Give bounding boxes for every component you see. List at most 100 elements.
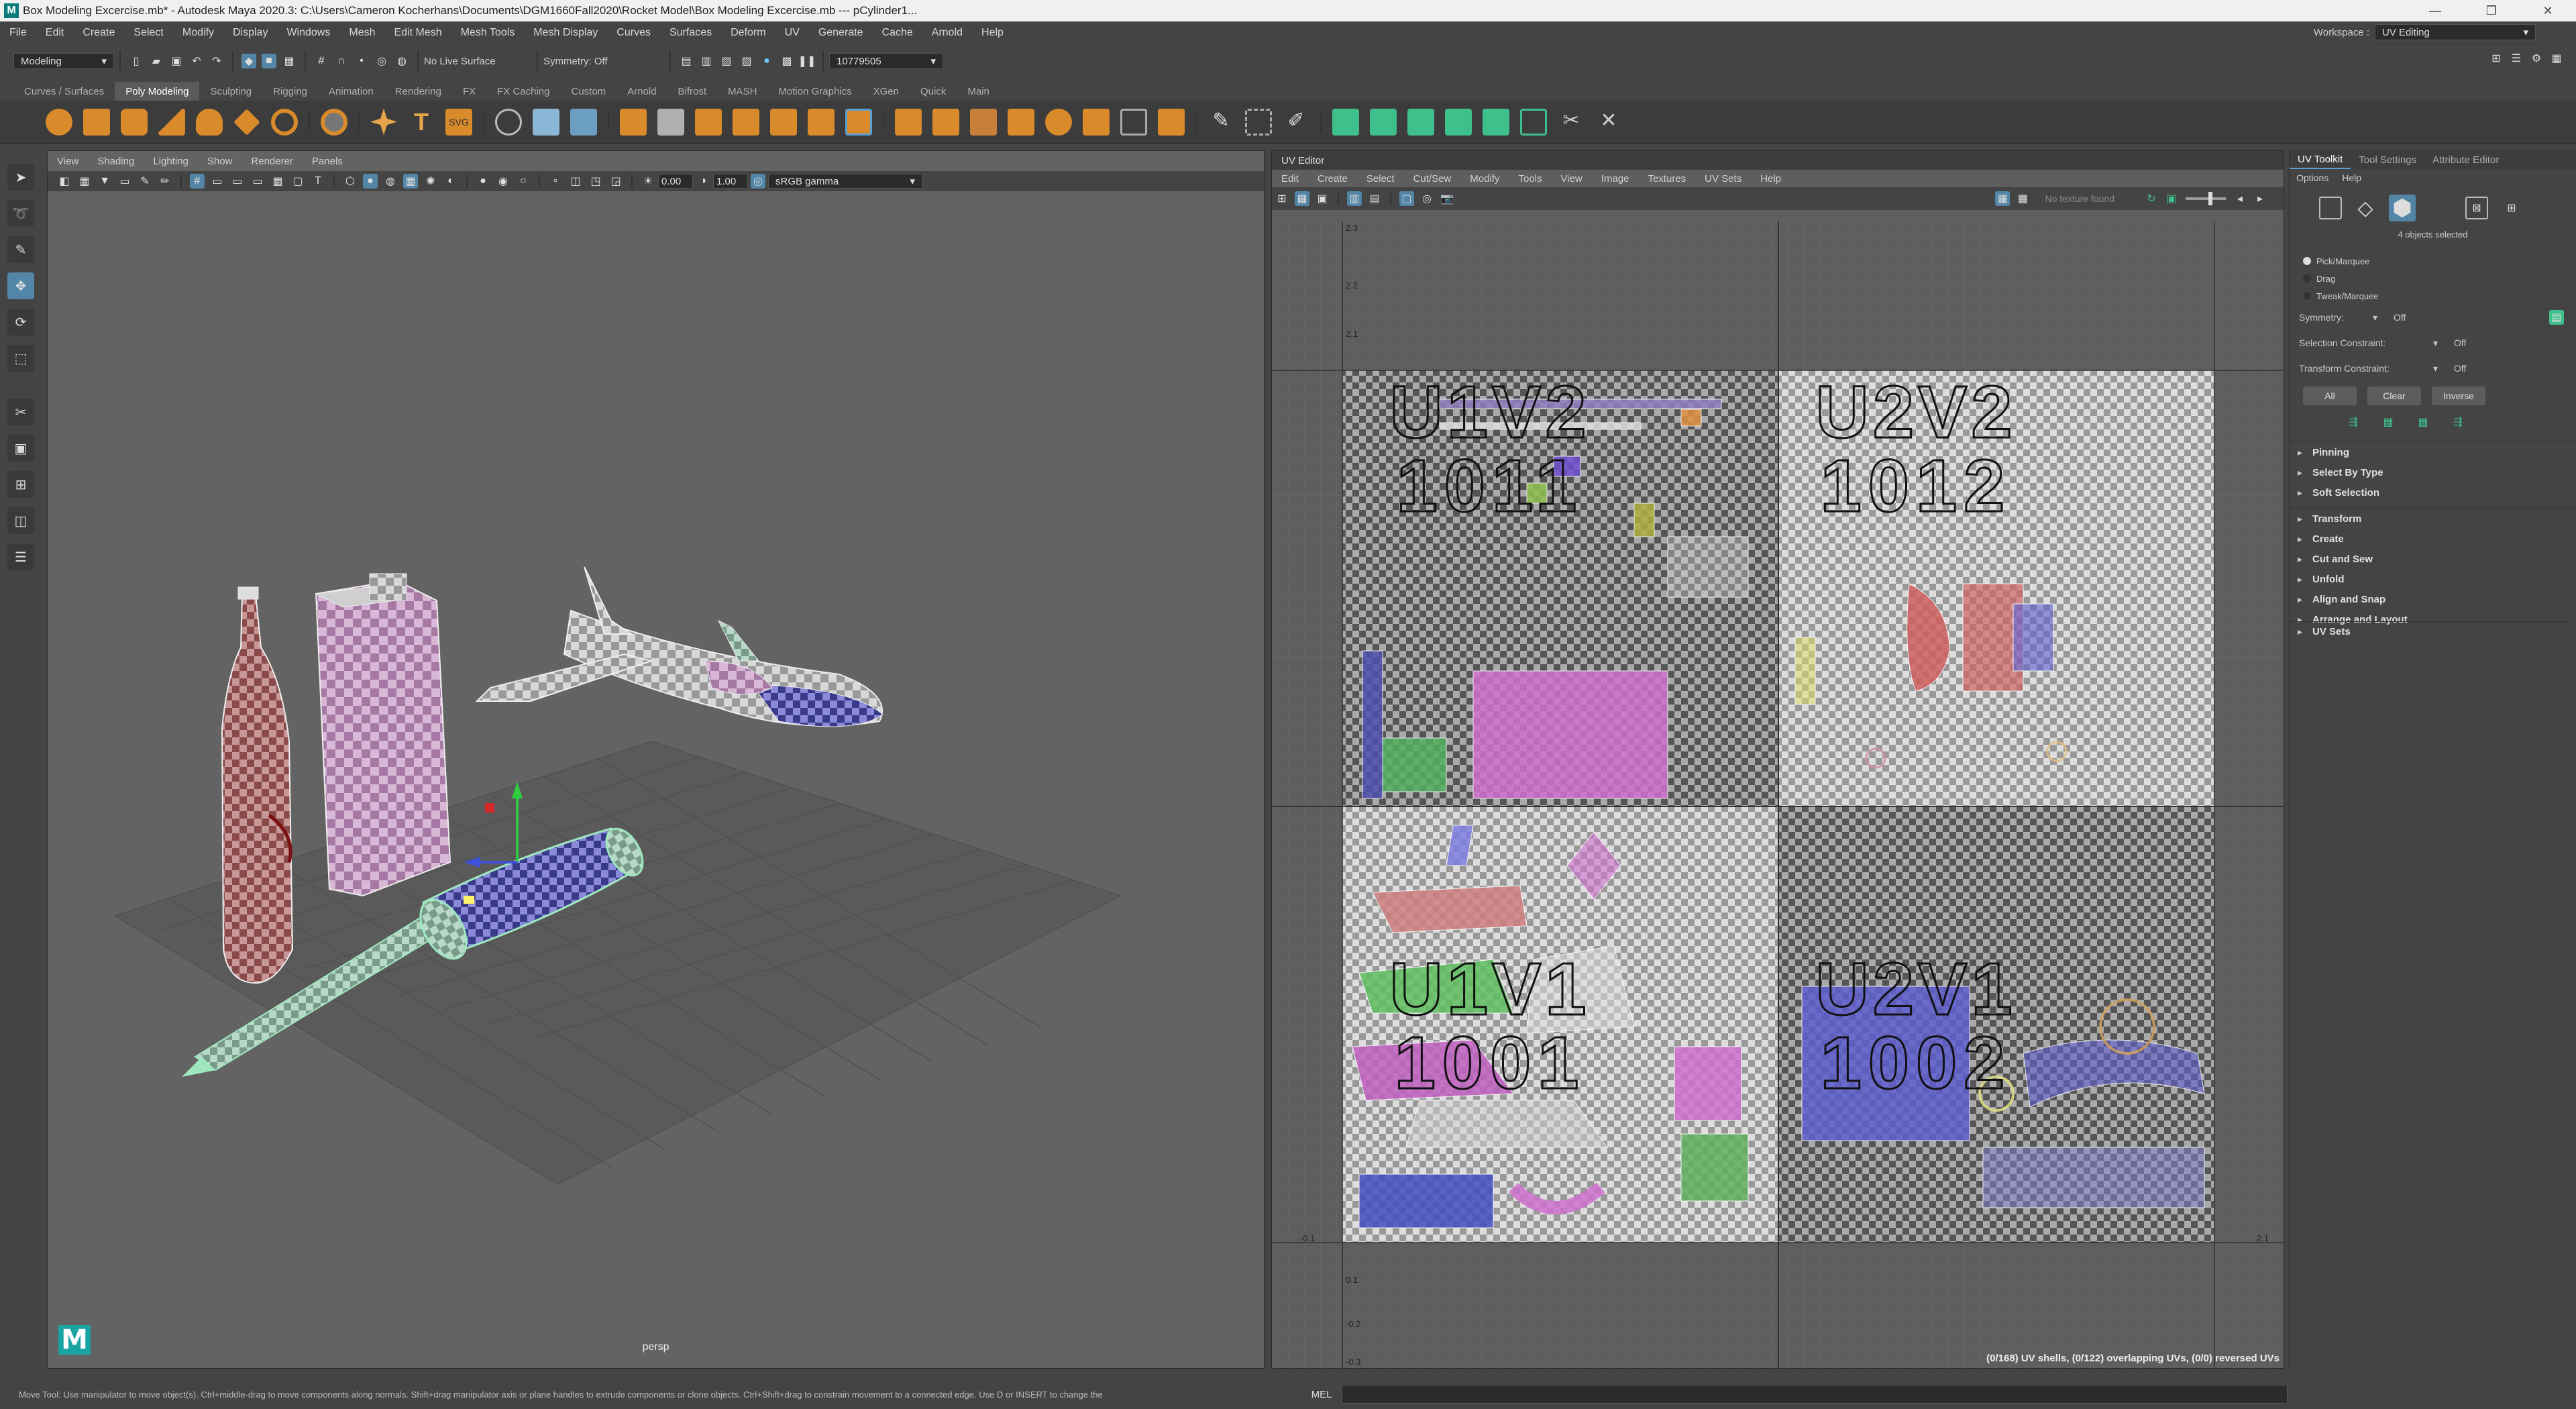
uv-menu-modify[interactable]: Modify [1460, 173, 1509, 185]
super-shape-icon[interactable] [370, 108, 397, 136]
extrude-icon[interactable] [695, 108, 722, 136]
uv-select-mode-icon[interactable]: ⊠ [2465, 197, 2488, 219]
menu-mesh-tools[interactable]: Mesh Tools [451, 27, 525, 39]
color-management-icon[interactable]: ◎ [751, 174, 765, 189]
menu-modify[interactable]: Modify [173, 27, 223, 39]
shadows-icon[interactable]: ◐ [443, 174, 458, 189]
maximize-button[interactable]: ❐ [2463, 0, 2520, 21]
section-uv-sets[interactable]: UV Sets [2290, 621, 2571, 641]
close-button[interactable]: ✕ [2520, 0, 2576, 21]
uv-refresh-icon[interactable]: ↻ [2144, 191, 2159, 206]
poly-cylinder-icon[interactable] [121, 108, 148, 136]
shelf-tab-animation[interactable]: Animation [318, 82, 384, 101]
gamma-field[interactable]: 1.00 [713, 174, 748, 189]
uv-grid-icon[interactable]: ⊞ [1275, 191, 1289, 206]
collapse-icon[interactable] [1045, 108, 1072, 136]
menu-file[interactable]: File [0, 27, 36, 39]
tab-uv-toolkit[interactable]: UV Toolkit [2290, 151, 2351, 169]
svg-icon[interactable]: SVG [445, 108, 472, 136]
multi-cut-icon[interactable]: ✎ [1208, 109, 1234, 136]
poke-icon[interactable] [1083, 108, 1110, 136]
select-component-icon[interactable]: ▦ [282, 54, 297, 68]
minimize-button[interactable]: — [2407, 0, 2463, 21]
snap-view-icon[interactable]: ◎ [374, 54, 389, 68]
select-shell-border-icon[interactable]: ▦ [2416, 415, 2430, 429]
wireframe-icon[interactable]: ⬡ [343, 174, 358, 189]
undo-icon[interactable]: ↶ [189, 54, 204, 68]
smooth-shade-icon[interactable]: ● [363, 174, 378, 189]
face-mode-icon[interactable]: ⊞ [2500, 197, 2523, 219]
uv-menu-create[interactable]: Create [1308, 173, 1357, 185]
grease-pencil-icon[interactable]: ✏ [158, 174, 172, 189]
uv-shell-mode-icon[interactable]: ⬢ [2389, 195, 2416, 221]
uv-spherical-icon[interactable] [1407, 108, 1434, 136]
uv-checker-tiles-icon[interactable]: ▩ [2015, 191, 2030, 206]
fill-hole-icon[interactable] [808, 108, 835, 136]
render-frame-icon[interactable]: ▥ [699, 54, 714, 68]
two-view-layout-icon[interactable]: ◫ [7, 507, 34, 534]
section-unfold[interactable]: Unfold [2290, 569, 2576, 589]
shelf-tab-rendering[interactable]: Rendering [384, 82, 452, 101]
safe-action-icon[interactable]: ▢ [290, 174, 305, 189]
uv-menu-help[interactable]: Help [1751, 173, 1790, 185]
edge-mode-icon[interactable]: ◇ [2354, 197, 2377, 219]
shelf-tab-mash[interactable]: MASH [717, 82, 767, 101]
shelf-tab-bifrost[interactable]: Bifrost [667, 82, 718, 101]
snap-curve-icon[interactable]: ∩ [334, 54, 349, 68]
reduce-icon[interactable] [970, 108, 997, 136]
quad-draw-icon[interactable]: ✐ [1283, 109, 1309, 136]
poly-cube-icon[interactable] [83, 108, 110, 136]
safe-title-icon[interactable]: T [311, 174, 325, 189]
shelf-tab-main[interactable]: Main [957, 82, 1000, 101]
colorspace-dropdown[interactable]: sRGB gamma ▾ [768, 174, 922, 189]
tool-settings-icon[interactable]: ⚙ [2529, 51, 2544, 66]
uv-layout-icon[interactable] [1520, 108, 1547, 136]
uv-menu-cut-sew[interactable]: Cut/Sew [1404, 173, 1461, 185]
viewport-menu-renderer[interactable]: Renderer [241, 156, 303, 167]
select-inverse-button[interactable]: Inverse [2432, 386, 2485, 405]
multi-cut-tool-icon[interactable]: ✂ [7, 399, 34, 425]
tab-tool-settings[interactable]: Tool Settings [2351, 152, 2424, 168]
field-chart-icon[interactable]: ▦ [270, 174, 285, 189]
input-field[interactable]: 10779505 ▾ [829, 53, 943, 69]
smooth-icon[interactable] [570, 108, 597, 136]
open-scene-icon[interactable]: ▰ [149, 54, 164, 68]
merge-icon[interactable] [845, 108, 872, 136]
section-create[interactable]: Create [2290, 529, 2576, 549]
four-view-layout-icon[interactable]: ⊞ [7, 471, 34, 498]
ipr-render-icon[interactable]: ▧ [719, 54, 734, 68]
exposure-icon[interactable]: ☀ [641, 174, 655, 189]
menu-mesh-display[interactable]: Mesh Display [524, 27, 607, 39]
lasso-tool-icon[interactable]: ➰ [7, 200, 34, 227]
uv-menu-image[interactable]: Image [1592, 173, 1639, 185]
airplane-mesh[interactable] [475, 566, 883, 727]
poly-plane-icon[interactable] [233, 108, 260, 136]
poly-cone-icon[interactable] [158, 108, 185, 136]
section-cut-and-sew[interactable]: Cut and Sew [2290, 549, 2576, 569]
shelf-tab-curves-surfaces[interactable]: Curves / Surfaces [13, 82, 115, 101]
menu-edit-mesh[interactable]: Edit Mesh [384, 27, 451, 39]
bevel-icon[interactable] [770, 108, 797, 136]
paint-select-tool-icon[interactable]: ✎ [7, 236, 34, 263]
edge-loop-icon[interactable] [1245, 108, 1272, 136]
viewport-menu-shading[interactable]: Shading [88, 156, 144, 167]
shelf-tab-motion-graphics[interactable]: Motion Graphics [767, 82, 862, 101]
uv-planar-icon[interactable] [1332, 108, 1359, 136]
bridge-icon[interactable] [733, 108, 759, 136]
viewport-menu-show[interactable]: Show [198, 156, 242, 167]
quadrangulate-icon[interactable] [1158, 108, 1185, 136]
uv-menu-textures[interactable]: Textures [1638, 173, 1695, 185]
menu-edit[interactable]: Edit [36, 27, 74, 39]
xray-active-icon[interactable]: ◲ [608, 174, 623, 189]
shelf-tab-arnold[interactable]: Arnold [616, 82, 667, 101]
platonic-solid-icon[interactable] [321, 108, 347, 136]
section-transform[interactable]: Transform [2290, 509, 2576, 529]
render-settings-icon[interactable]: ▨ [739, 54, 754, 68]
exposure-field[interactable]: 0.00 [658, 174, 693, 189]
shelf-tab-fx[interactable]: FX [452, 82, 486, 101]
uv-border-icon[interactable]: ▢ [1399, 191, 1414, 206]
snap-surface-icon[interactable]: ◍ [394, 54, 409, 68]
shrink-selection-icon[interactable]: ▦ [2381, 415, 2396, 429]
uv-step-forward-icon[interactable]: ▸ [2253, 191, 2267, 206]
combine-icon[interactable] [495, 108, 522, 136]
